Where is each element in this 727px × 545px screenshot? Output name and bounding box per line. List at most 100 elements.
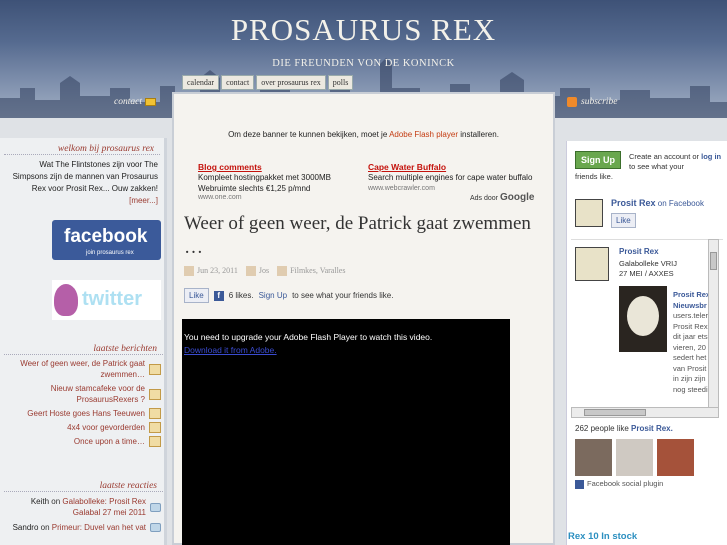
subscribe-label: subscribe — [581, 97, 618, 108]
subscribe-link[interactable]: subscribe — [567, 97, 617, 107]
post-title[interactable]: Weer of geen weer, de Patrick gaat zwemm… — [184, 212, 549, 260]
people-count-page[interactable]: Prosit Rex. — [631, 424, 673, 433]
tab-polls[interactable]: polls — [327, 75, 354, 90]
scrollbar-thumb[interactable] — [710, 252, 717, 270]
page-name: Prosit Rex — [611, 198, 656, 208]
stream-side-name: Prosit Rex — [673, 290, 711, 299]
post-link[interactable]: Weer of geen weer, de Patrick gaat zwemm… — [0, 358, 167, 380]
like-tail: to see what your friends like. — [292, 291, 394, 300]
ad-title[interactable]: Cape Water Buffalo — [368, 162, 538, 172]
signup-link[interactable]: Sign Up — [259, 291, 287, 300]
fan-avatar[interactable] — [616, 439, 653, 476]
tab-calendar[interactable]: calendar — [182, 75, 220, 90]
ad-unit[interactable]: Cape Water Buffalo Search multiple engin… — [368, 162, 538, 192]
ads-by-label: Ads door — [470, 195, 499, 202]
scrollbar-thumb[interactable] — [584, 409, 646, 416]
top-nav: calendar contact over prosaurus rex poll… — [182, 75, 354, 90]
download-flash-link[interactable]: Download it from Adobe. — [184, 345, 277, 355]
prosit-rex-logo[interactable] — [575, 199, 603, 227]
post-meta: Jun 23, 2011 Jos Filmkes, Varalles — [184, 266, 346, 277]
stream-side-line: vieren, 20 — [673, 342, 706, 352]
ad-line: Webruimte slechts €1,25 p/mnd — [198, 184, 311, 193]
fan-avatar[interactable] — [657, 439, 694, 476]
post-date-text: Jun 23, 2011 — [197, 266, 238, 275]
calendar-icon — [184, 266, 194, 277]
comment-author: Sandro — [12, 523, 39, 532]
stream-side-line: van Prosit — [673, 363, 707, 373]
social-plugin-label[interactable]: Facebook social plugin — [575, 479, 663, 489]
stream-side-line: sedert het — [673, 353, 707, 362]
twitter-badge[interactable]: twitter — [52, 280, 161, 320]
post-link-text: Weer of geen weer, de Patrick gaat zwemm… — [20, 359, 145, 379]
post-link-text: Nieuw stamcafeke voor de ProsaurusRexers… — [50, 384, 145, 404]
left-sidebar: welkom bij prosaurus rex Wat The Flintst… — [0, 138, 167, 545]
main-content: Om deze banner te kunnen bekijken, moet … — [172, 92, 555, 545]
people-like-count: 262 people like Prosit Rex. — [575, 424, 673, 433]
tab-contact[interactable]: contact — [221, 75, 255, 90]
pencil-icon — [149, 436, 161, 447]
signup-text-a: Create an account or — [629, 152, 702, 161]
pencil-icon — [149, 422, 161, 433]
ad-url[interactable]: www.one.com — [198, 194, 358, 201]
stream-horizontal-scrollbar[interactable] — [571, 407, 719, 418]
flash-player-link[interactable]: Adobe Flash player — [389, 130, 458, 139]
comment-item[interactable]: Sandro on Primeur: Duvel van het vat — [0, 522, 167, 533]
page-like-button[interactable]: Like — [611, 213, 636, 228]
welcome-more-link[interactable]: [meer...] — [129, 196, 158, 205]
facebook-join-badge[interactable]: facebook join prosaurus rex — [52, 220, 161, 260]
video-player[interactable]: You need to upgrade your Adobe Flash Pla… — [182, 319, 510, 545]
welcome-body: Wat The Flintstones zijn voor The Simpso… — [12, 160, 158, 193]
facebook-page-name[interactable]: Prosit Rex on Facebook — [611, 198, 704, 208]
mail-icon — [144, 97, 156, 106]
like-button[interactable]: Like — [184, 288, 209, 303]
stream-side-line: Prosit Rex — [673, 321, 708, 331]
facebook-signup-button[interactable]: Sign Up — [575, 151, 621, 169]
people-count-text: 262 people like — [575, 424, 632, 433]
stream-avatar[interactable] — [575, 247, 609, 281]
contact-link[interactable]: contact — [114, 97, 156, 107]
stream-line: 27 MEI / AXXES — [619, 269, 674, 278]
stream-side-title: Nieuwsbr — [673, 300, 707, 310]
banner-text-after: installeren. — [458, 130, 499, 139]
ad-unit[interactable]: Blog comments Kompleet hostingpakket met… — [198, 162, 358, 201]
post-category-text: Filmkes, Varalles — [290, 266, 346, 275]
recent-comments: laatste reacties Keith on Galabolleke: P… — [0, 481, 167, 533]
comment-text: Keith on Galabolleke: Prosit Rex Galabal… — [6, 496, 146, 518]
post-link[interactable]: Once upon a time… — [0, 436, 167, 447]
stream-page-name[interactable]: Prosit Rex — [619, 247, 659, 256]
pencil-icon — [149, 388, 161, 400]
fan-faces — [575, 439, 694, 476]
login-link[interactable]: log in — [701, 152, 721, 161]
ad-line: Search multiple engines for cape water b… — [368, 173, 533, 182]
facebook-badge-sub: join prosaurus rex — [86, 250, 134, 256]
tab-over-prosaurus-rex[interactable]: over prosaurus rex — [256, 75, 326, 90]
stream-side-line: dit jaar ets — [673, 332, 708, 341]
post-category[interactable]: Filmkes, Varalles — [277, 266, 346, 277]
ad-url[interactable]: www.webcrawler.com — [368, 185, 538, 192]
recent-comments-heading: laatste reacties — [4, 481, 163, 492]
stream-vertical-scrollbar[interactable] — [708, 239, 719, 415]
pencil-icon — [149, 408, 161, 419]
stream-post-text: Galabolleke VRIJ 27 MEI / AXXES — [619, 259, 677, 279]
post-link[interactable]: 4x4 voor gevorderden — [0, 422, 167, 433]
comment-bubble-icon — [150, 502, 161, 512]
ad-line: Kompleet hostingpakket met 3000MB — [198, 173, 331, 182]
facebook-like-bar: Like f 6 likes. Sign Up to see what your… — [184, 288, 393, 303]
facebook-badge-label: facebook — [64, 226, 148, 247]
author-icon — [245, 266, 256, 277]
fan-avatar[interactable] — [575, 439, 612, 476]
post-author[interactable]: Jos — [245, 266, 269, 277]
ad-title[interactable]: Blog comments — [198, 162, 358, 172]
ads-by-google[interactable]: Ads door Google — [470, 192, 534, 203]
galabolleke-poster-image[interactable] — [619, 286, 667, 352]
facebook-stream: Prosit Rex Galabolleke VRIJ 27 MEI / AXX… — [571, 239, 723, 419]
post-link[interactable]: Nieuw stamcafeke voor de ProsaurusRexers… — [0, 383, 167, 405]
video-upgrade-message: You need to upgrade your Adobe Flash Pla… — [184, 332, 433, 342]
comment-text: Sandro on Primeur: Duvel van het vat — [13, 522, 146, 533]
site-title[interactable]: PROSAURUS REX — [0, 12, 727, 48]
welcome-heading: welkom bij prosaurus rex — [4, 144, 160, 155]
stream-side-post: Prosit Rex Nieuwsbr users.teler Prosit R… — [673, 290, 710, 395]
post-link[interactable]: Geert Hoste goes Hans Teeuwen — [0, 408, 167, 419]
flash-banner-message: Om deze banner te kunnen bekijken, moet … — [174, 130, 553, 139]
comment-item[interactable]: Keith on Galabolleke: Prosit Rex Galabal… — [0, 496, 167, 518]
